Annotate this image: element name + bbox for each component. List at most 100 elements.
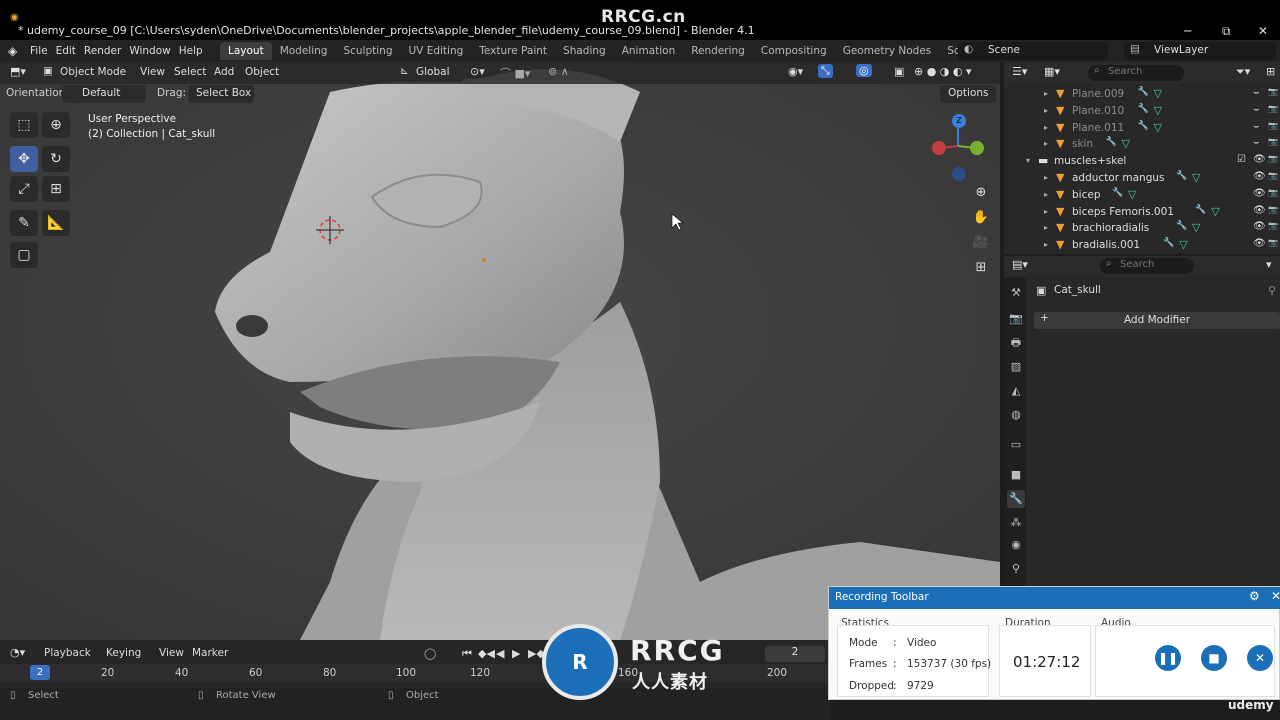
visibility-icon[interactable]: ◉▾ — [788, 65, 803, 78]
expand-arrow-icon[interactable]: ▸ — [1044, 89, 1048, 98]
tab-animation[interactable]: Animation — [614, 42, 684, 60]
render-camera-icon[interactable]: 📷 — [1268, 137, 1278, 146]
measure-tool-icon[interactable]: 📐 — [42, 210, 70, 236]
proportional-edit-icon[interactable]: ⊚ ∧ — [548, 65, 569, 78]
add-modifier-button[interactable]: + Add Modifier — [1034, 312, 1280, 329]
outliner-object-row[interactable]: ▸ ▼ bicep 🔧 ▽ 👁 📷 — [1004, 187, 1280, 204]
expand-arrow-icon[interactable]: ▸ — [1044, 190, 1048, 199]
outliner-object-row[interactable]: ▸ ▼ skin 🔧 ▽ ⌣ 📷 — [1004, 136, 1280, 153]
blender-logo-icon[interactable]: ◈ — [8, 44, 22, 58]
eye-icon[interactable]: 👁 — [1253, 205, 1266, 216]
rotate-tool-icon[interactable]: ↻ — [42, 146, 70, 172]
render-camera-icon[interactable]: 📷 — [1268, 121, 1278, 130]
play-icon[interactable]: ▶ — [512, 647, 520, 660]
mesh-data-icon[interactable]: ▽ — [1128, 188, 1136, 201]
scene-tab-icon[interactable]: ◭ — [1007, 382, 1025, 400]
timeline-menu-keying[interactable]: Keying — [106, 647, 141, 659]
zoom-icon[interactable]: ⊕ — [970, 182, 992, 204]
tab-shading[interactable]: Shading — [555, 42, 614, 60]
menu-render[interactable]: Render — [84, 45, 129, 57]
3d-viewport[interactable]: ⬒▾ ▣ Object Mode View Select Add Object … — [0, 62, 1000, 640]
mesh-data-icon[interactable]: ▽ — [1122, 137, 1130, 150]
constraints-tab-icon[interactable]: ⚲ — [1007, 560, 1025, 578]
expand-arrow-icon[interactable]: ▸ — [1044, 207, 1048, 216]
menu-edit[interactable]: Edit — [56, 45, 84, 57]
menu-file[interactable]: File — [30, 45, 56, 57]
tab-sculpting[interactable]: Sculpting — [335, 42, 400, 60]
modifier-icon[interactable]: 🔧 — [1138, 104, 1149, 114]
perspective-toggle-icon[interactable]: ⊞ — [970, 257, 992, 279]
outliner-search-input[interactable]: ⌕ Search — [1088, 65, 1184, 81]
filter-icon[interactable]: ⏷▾ — [1236, 65, 1250, 79]
scale-tool-icon[interactable]: ⤢ — [10, 176, 38, 202]
tab-layout[interactable]: Layout — [220, 42, 272, 60]
properties-collapse-icon[interactable]: ▾ — [1266, 258, 1272, 271]
menu-help[interactable]: Help — [179, 45, 211, 57]
drag-dropdown[interactable]: Select Box — [188, 85, 254, 103]
modifier-icon[interactable]: 🔧 — [1106, 137, 1117, 147]
play-reverse-icon[interactable]: ◀ — [496, 647, 504, 660]
cursor-tool-icon[interactable]: ⊕ — [42, 112, 70, 138]
modifier-icon[interactable]: 🔧 — [1138, 87, 1149, 97]
minimize-button[interactable]: ─ — [1184, 24, 1191, 38]
move-tool-icon[interactable]: ✥ — [10, 146, 38, 172]
prev-key-icon[interactable]: ◆◀ — [478, 647, 495, 660]
tab-uv-editing[interactable]: UV Editing — [401, 42, 472, 60]
timeline-menu-marker[interactable]: Marker — [192, 647, 228, 659]
y-axis-icon[interactable] — [970, 141, 984, 155]
expand-arrow-icon[interactable]: ▸ — [1044, 106, 1048, 115]
object-tab-icon[interactable]: ■ — [1007, 466, 1025, 484]
view-layer-tab-icon[interactable]: ▨ — [1007, 358, 1025, 376]
modifier-icon[interactable]: 🔧 — [1138, 121, 1149, 131]
tool-tab-icon[interactable]: ⚒ — [1007, 284, 1025, 302]
modifier-icon[interactable]: 🔧 — [1112, 188, 1123, 198]
eye-icon[interactable]: 👁 — [1253, 154, 1266, 165]
modifier-icon[interactable]: 🔧 — [1163, 238, 1174, 248]
tab-compositing[interactable]: Compositing — [753, 42, 835, 60]
mesh-data-icon[interactable]: ▽ — [1192, 171, 1200, 184]
add-cube-tool-icon[interactable]: ▢ — [10, 242, 38, 268]
shading-modes-icon[interactable]: ⊕ ● ◑ ◐ ▾ — [914, 65, 972, 78]
timeline-editor-icon[interactable]: ◔▾ — [10, 646, 25, 659]
camera-view-icon[interactable]: 🎥 — [970, 232, 992, 254]
mesh-data-icon[interactable]: ▽ — [1154, 121, 1162, 134]
properties-editor-icon[interactable]: ▤▾ — [1012, 258, 1028, 271]
jump-start-icon[interactable]: ⏮ — [462, 647, 472, 661]
exclude-checkbox[interactable]: ☑ — [1237, 154, 1246, 165]
gizmo-toggle-icon[interactable]: ⤡ — [818, 64, 833, 78]
timeline-menu-view[interactable]: View — [159, 647, 184, 659]
hidden-eye-icon[interactable]: ⌣ — [1253, 121, 1260, 132]
render-camera-icon[interactable]: 📷 — [1268, 171, 1278, 180]
viewport-menu-view[interactable]: View — [140, 66, 165, 78]
menu-window[interactable]: Window — [129, 45, 178, 57]
cancel-recording-button[interactable]: ✕ — [1247, 645, 1273, 671]
outliner-object-row[interactable]: ▸ ▼ Plane.009 🔧 ▽ ⌣ 📷 — [1004, 86, 1280, 103]
outliner-object-row[interactable]: ▸ ▼ bradialis.001 🔧 ▽ 👁 📷 — [1004, 237, 1280, 254]
render-camera-icon[interactable]: 📷 — [1268, 154, 1278, 163]
expand-arrow-icon[interactable]: ▾ — [1026, 156, 1030, 165]
hidden-eye-icon[interactable]: ⌣ — [1253, 137, 1260, 148]
mesh-data-icon[interactable]: ▽ — [1179, 238, 1187, 251]
render-tab-icon[interactable]: 📷 — [1007, 310, 1025, 328]
outliner-object-row[interactable]: ▸ ▼ Plane.010 🔧 ▽ ⌣ 📷 — [1004, 103, 1280, 120]
render-camera-icon[interactable]: 📷 — [1268, 238, 1278, 247]
gear-icon[interactable]: ⚙ — [1249, 589, 1260, 603]
current-frame-field[interactable]: 2 — [765, 646, 825, 662]
render-camera-icon[interactable]: 📷 — [1268, 104, 1278, 113]
tab-modeling[interactable]: Modeling — [272, 42, 336, 60]
eye-icon[interactable]: 👁 — [1253, 221, 1266, 232]
eye-icon[interactable]: 👁 — [1253, 188, 1266, 199]
viewport-menu-add[interactable]: Add — [214, 66, 234, 78]
pin-icon[interactable]: ⚲ — [1268, 284, 1276, 297]
z-neg-axis-icon[interactable] — [952, 167, 966, 181]
playhead-frame[interactable]: 2 — [30, 665, 50, 680]
expand-arrow-icon[interactable]: ▸ — [1044, 123, 1048, 132]
outliner-object-row[interactable]: ▸ ▼ biceps Femoris.001 🔧 ▽ 👁 📷 — [1004, 204, 1280, 221]
auto-key-icon[interactable]: ◯ — [424, 647, 436, 660]
maximize-button[interactable]: ⧉ — [1222, 24, 1231, 39]
hidden-eye-icon[interactable]: ⌣ — [1253, 87, 1260, 98]
mesh-data-icon[interactable]: ▽ — [1154, 87, 1162, 100]
hidden-eye-icon[interactable]: ⌣ — [1253, 104, 1260, 115]
tab-texture-paint[interactable]: Texture Paint — [471, 42, 555, 60]
render-camera-icon[interactable]: 📷 — [1268, 221, 1278, 230]
